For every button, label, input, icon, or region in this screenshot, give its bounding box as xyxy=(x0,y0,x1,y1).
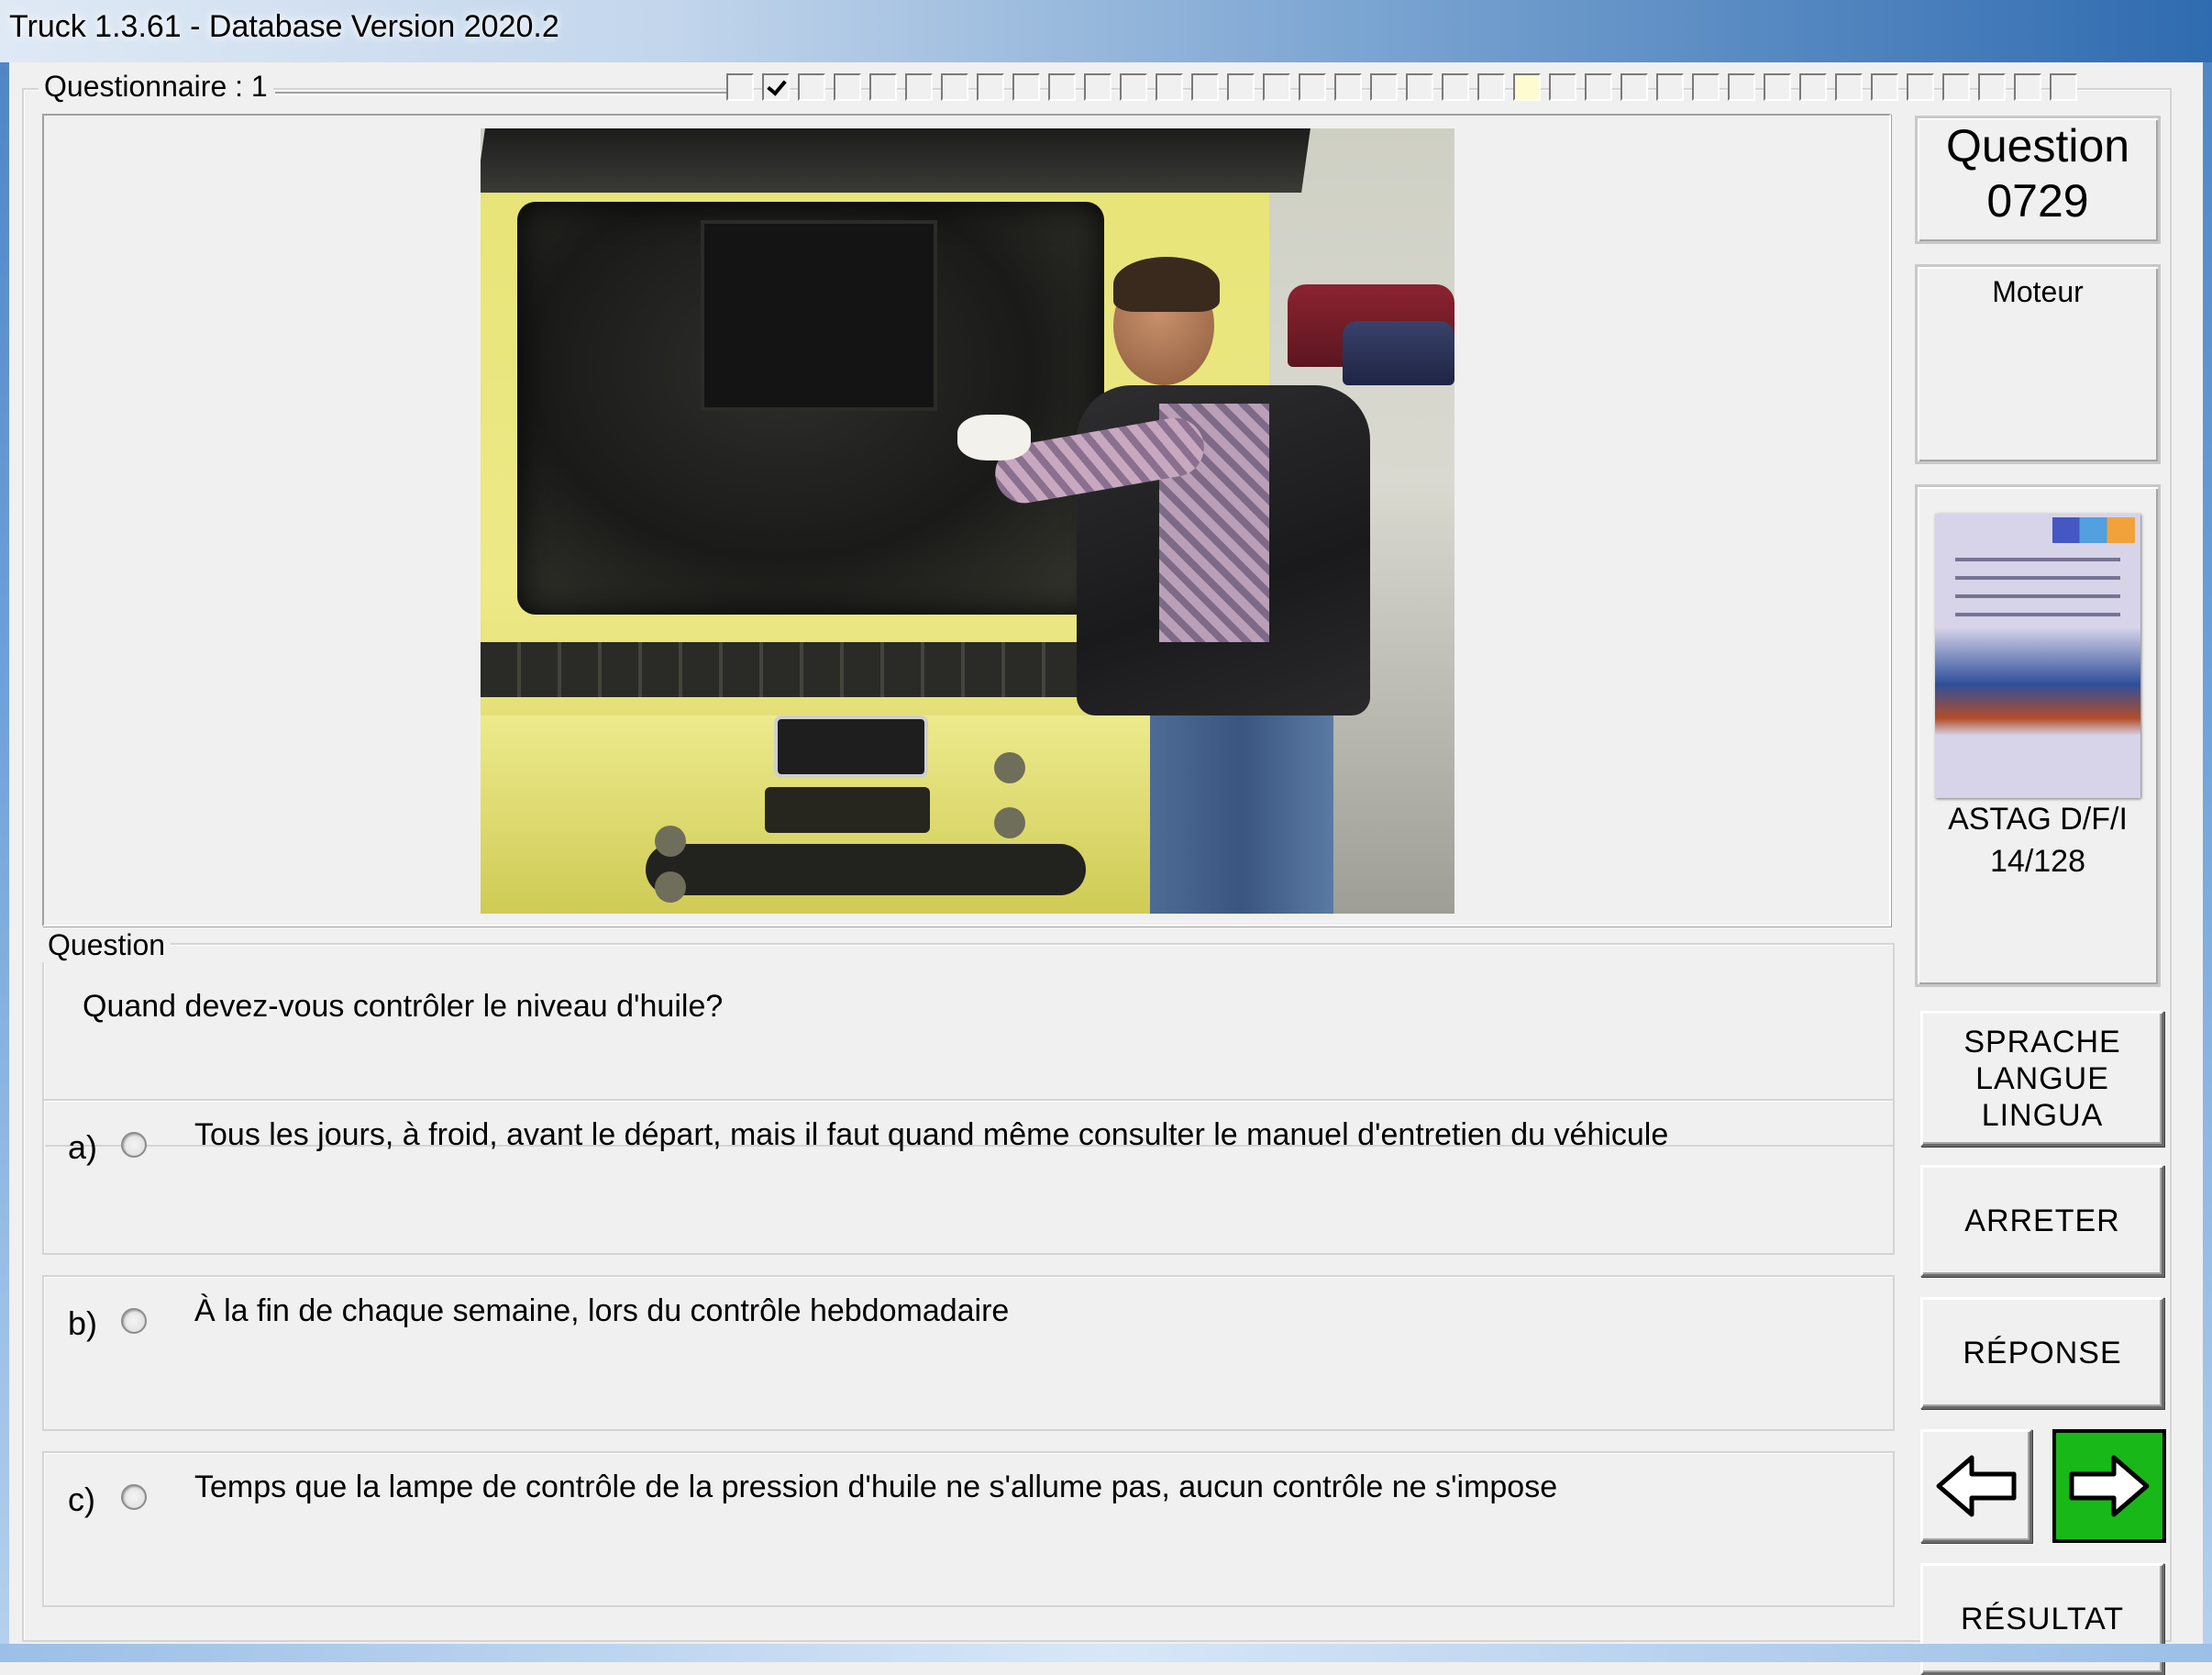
progress-checkbox xyxy=(1942,73,1970,101)
answer-b-label: b) xyxy=(68,1304,98,1342)
progress-checkbox xyxy=(1012,73,1040,101)
window-frame-left xyxy=(0,62,9,1662)
progress-checkbox xyxy=(798,73,825,101)
progress-checkbox xyxy=(1263,73,1290,101)
progress-checkbox xyxy=(1406,73,1433,101)
progress-checkboxes xyxy=(726,73,2085,105)
progress-checkbox xyxy=(941,73,968,101)
progress-checkbox xyxy=(1370,73,1398,101)
progress-checkbox xyxy=(1334,73,1362,101)
window-frame-bottom xyxy=(0,1644,2212,1662)
stop-button-label: ARRETER xyxy=(1964,1204,2120,1238)
progress-checkbox xyxy=(1191,73,1219,101)
next-button[interactable] xyxy=(2052,1429,2166,1543)
progress-checkbox xyxy=(834,73,861,101)
progress-checkbox xyxy=(1549,73,1576,101)
right-arrow-icon xyxy=(2069,1455,2150,1517)
answer-b-radio[interactable] xyxy=(121,1308,147,1334)
language-button-line3: LINGUA xyxy=(1981,1098,2104,1133)
progress-checkbox xyxy=(1513,73,1541,101)
language-button-line1: SPRACHE xyxy=(1963,1025,2121,1059)
progress-checkbox xyxy=(1299,73,1326,101)
result-button-label: RÉSULTAT xyxy=(1960,1602,2125,1636)
category-label: Moteur xyxy=(1992,275,2084,308)
progress-checkbox xyxy=(2014,73,2041,101)
progress-checkbox xyxy=(1620,73,1648,101)
progress-checkbox xyxy=(762,73,790,101)
progress-checkbox xyxy=(1978,73,2006,101)
progress-checkbox xyxy=(1656,73,1684,101)
progress-checkbox xyxy=(1799,73,1827,101)
progress-separator xyxy=(275,92,734,95)
answer-a-text[interactable]: Tous les jours, à froid, avant le départ… xyxy=(194,1117,1668,1153)
answer-c-radio[interactable] xyxy=(121,1484,147,1510)
answer-button-label: RÉPONSE xyxy=(1963,1336,2122,1370)
progress-checkbox xyxy=(1227,73,1255,101)
book-category-tags xyxy=(2052,517,2135,543)
progress-checkbox xyxy=(1728,73,1755,101)
progress-checkbox xyxy=(1871,73,1898,101)
book-source: ASTAG D/F/I xyxy=(1948,802,2128,837)
question-number: 0729 xyxy=(1986,175,2089,227)
progress-checkbox xyxy=(1048,73,1076,101)
answer-a-label: a) xyxy=(68,1128,98,1166)
answer-a-radio[interactable] xyxy=(121,1132,147,1158)
book-page: 14/128 xyxy=(1990,844,2085,879)
question-text: Quand devez-vous contrôler le niveau d'h… xyxy=(83,989,724,1024)
answer-c-text[interactable]: Temps que la lampe de contrôle de la pre… xyxy=(194,1470,1557,1505)
book-cover-text xyxy=(1955,558,2120,624)
progress-checkbox xyxy=(1692,73,1720,101)
progress-checkbox xyxy=(1477,73,1505,101)
stop-button[interactable]: ARRETER xyxy=(1920,1165,2164,1277)
progress-checkbox xyxy=(977,73,1004,101)
progress-checkbox xyxy=(1585,73,1612,101)
questionnaire-label: Questionnaire : 1 xyxy=(39,70,273,104)
progress-checkbox xyxy=(869,73,897,101)
progress-checkbox xyxy=(726,73,754,101)
progress-checkbox xyxy=(905,73,933,101)
left-arrow-icon xyxy=(1936,1455,2017,1517)
progress-checkbox xyxy=(1156,73,1183,101)
answer-b-text[interactable]: À la fin de chaque semaine, lors du cont… xyxy=(194,1293,1009,1329)
client-area: Questionnaire : 1 Question Quand devez-v… xyxy=(9,62,2203,1675)
progress-checkbox xyxy=(1764,73,1791,101)
title-bar: Truck 1.3.61 - Database Version 2020.2 xyxy=(0,0,2212,62)
question-legend: Question xyxy=(42,928,171,962)
progress-checkbox xyxy=(2050,73,2077,101)
answer-c-label: c) xyxy=(68,1481,95,1518)
question-header: Question xyxy=(1945,120,2130,172)
progress-checkbox xyxy=(1442,73,1469,101)
answer-button[interactable]: RÉPONSE xyxy=(1920,1297,2164,1409)
language-button[interactable]: SPRACHE LANGUE LINGUA xyxy=(1920,1011,2164,1147)
window-frame-right xyxy=(2203,62,2212,1662)
book-cover-image xyxy=(1935,514,2140,798)
question-photo xyxy=(481,128,1454,914)
previous-button[interactable] xyxy=(1920,1429,2032,1543)
language-button-line2: LANGUE xyxy=(1975,1061,2109,1096)
progress-checkbox xyxy=(1835,73,1863,101)
progress-checkbox xyxy=(1084,73,1112,101)
progress-checkbox xyxy=(1907,73,1934,101)
window-title: Truck 1.3.61 - Database Version 2020.2 xyxy=(9,9,559,44)
progress-checkbox xyxy=(1120,73,1147,101)
